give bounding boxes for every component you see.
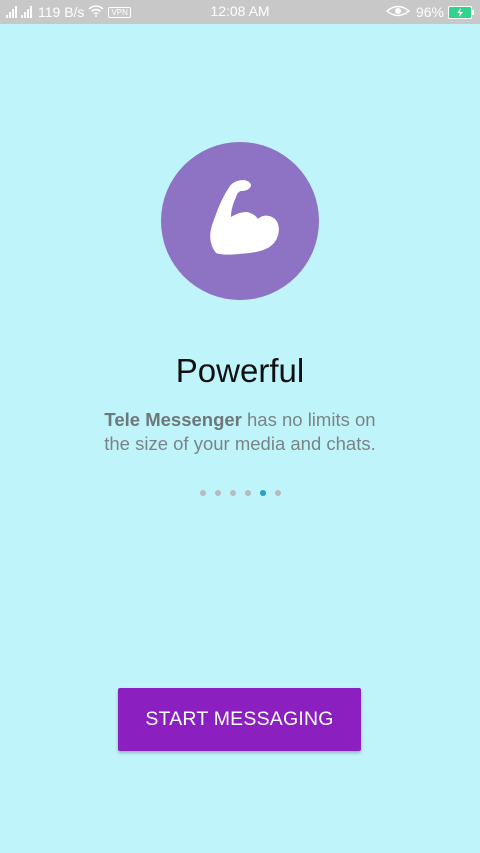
- page-dot: [199, 490, 206, 496]
- status-right: 96%: [385, 3, 474, 21]
- battery-percent: 96%: [415, 4, 444, 20]
- app-name: Tele Messenger: [104, 409, 242, 430]
- battery-icon: [448, 5, 474, 19]
- status-bar: 119 B/s VPN 12:08 AM 96%: [0, 0, 480, 24]
- page-dot: [274, 490, 281, 496]
- page-dot-active: [259, 490, 266, 496]
- page-dot: [214, 490, 221, 496]
- flexed-arm-icon: [210, 180, 279, 255]
- eye-icon: [385, 4, 411, 20]
- description-line-2: the size of your media and chats.: [104, 433, 376, 454]
- page-description: Tele Messenger has no limits on the size…: [0, 408, 480, 456]
- page-title: Powerful: [175, 352, 305, 389]
- start-messaging-button[interactable]: START MESSAGING: [118, 688, 361, 751]
- description-line-1: Tele Messenger has no limits on: [0, 408, 480, 432]
- description-text-1: has no limits on: [241, 409, 376, 430]
- page-indicator: [0, 490, 480, 496]
- hero-icon-circle: [161, 142, 319, 300]
- page-dot: [229, 490, 236, 496]
- page-dot: [244, 490, 251, 496]
